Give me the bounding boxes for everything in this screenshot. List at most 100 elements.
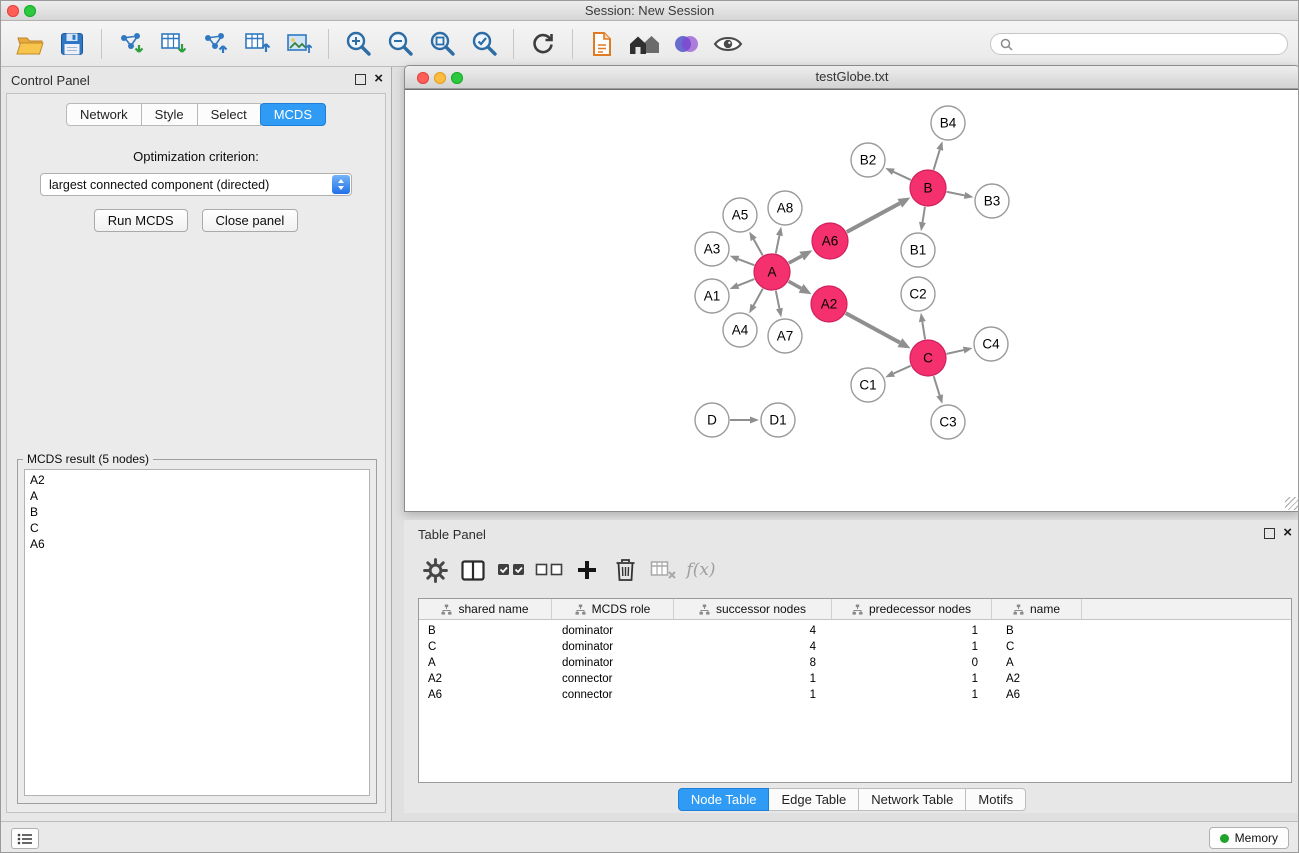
table-cell[interactable]: A6 bbox=[419, 689, 552, 701]
table-cell[interactable]: B bbox=[419, 625, 552, 637]
table-cell[interactable]: A6 bbox=[992, 689, 1082, 701]
network-window-titlebar[interactable]: testGlobe.txt bbox=[405, 66, 1299, 89]
open-session-button[interactable] bbox=[9, 24, 51, 64]
zoom-selected-button[interactable] bbox=[463, 24, 505, 64]
tab-select[interactable]: Select bbox=[197, 103, 261, 126]
graph-node-B2[interactable]: B2 bbox=[851, 143, 885, 177]
apply-layout-button[interactable] bbox=[522, 24, 564, 64]
table-cell[interactable]: connector bbox=[552, 673, 674, 685]
network-zoom-button[interactable] bbox=[451, 72, 463, 84]
table-row[interactable]: A2connector11A2 bbox=[419, 671, 1291, 687]
graph-node-D1[interactable]: D1 bbox=[761, 403, 795, 437]
graph-node-A8[interactable]: A8 bbox=[768, 191, 802, 225]
column-header-mcds-role[interactable]: MCDS role bbox=[552, 599, 674, 619]
table-row[interactable]: Adominator80A bbox=[419, 655, 1291, 671]
graph-node-A5[interactable]: A5 bbox=[723, 198, 757, 232]
tab-style[interactable]: Style bbox=[141, 103, 198, 126]
column-header-successor-nodes[interactable]: successor nodes bbox=[674, 599, 832, 619]
table-panel-close-button[interactable]: × bbox=[1283, 527, 1292, 539]
table-cell[interactable]: 0 bbox=[832, 657, 992, 669]
import-network-button[interactable] bbox=[110, 24, 152, 64]
tab-node-table[interactable]: Node Table bbox=[678, 788, 770, 811]
graph-node-C1[interactable]: C1 bbox=[851, 368, 885, 402]
table-panel-float-button[interactable] bbox=[1264, 528, 1275, 539]
table-cell[interactable]: A2 bbox=[992, 673, 1082, 685]
graph-node-A[interactable]: A bbox=[754, 254, 790, 290]
export-image-button[interactable] bbox=[278, 24, 320, 64]
show-hide-button[interactable] bbox=[707, 24, 749, 64]
table-cell[interactable]: 1 bbox=[832, 689, 992, 701]
zoom-fit-button[interactable] bbox=[421, 24, 463, 64]
graph-node-B[interactable]: B bbox=[910, 170, 946, 206]
graph-node-D[interactable]: D bbox=[695, 403, 729, 437]
delete-column-button[interactable] bbox=[606, 553, 644, 587]
network-canvas[interactable]: B4B2BB3A8A5A6A3B1AC2A1A2A4A7C4CC1C3DD1 bbox=[405, 89, 1299, 511]
tab-motifs[interactable]: Motifs bbox=[965, 788, 1026, 811]
control-panel-float-button[interactable] bbox=[355, 74, 366, 85]
unselect-all-columns-button[interactable] bbox=[530, 553, 568, 587]
mcds-result-item[interactable]: C bbox=[25, 520, 369, 536]
delete-table-button[interactable] bbox=[644, 553, 682, 587]
graph-edge[interactable] bbox=[754, 239, 763, 255]
status-menu-button[interactable] bbox=[11, 828, 39, 849]
table-cell[interactable]: 1 bbox=[832, 673, 992, 685]
graph-node-A7[interactable]: A7 bbox=[768, 319, 802, 353]
mcds-result-item[interactable]: A2 bbox=[25, 472, 369, 488]
network-close-button[interactable] bbox=[417, 72, 429, 84]
graph-edge[interactable] bbox=[754, 289, 763, 306]
graph-node-C[interactable]: C bbox=[910, 340, 946, 376]
table-cell[interactable]: dominator bbox=[552, 625, 674, 637]
graph-edge[interactable] bbox=[922, 207, 925, 223]
show-columns-button[interactable] bbox=[454, 553, 492, 587]
select-all-columns-button[interactable] bbox=[492, 553, 530, 587]
mcds-result-item[interactable]: A6 bbox=[25, 536, 369, 552]
close-panel-button[interactable]: Close panel bbox=[202, 209, 299, 232]
save-session-button[interactable] bbox=[51, 24, 93, 64]
mcds-result-item[interactable]: B bbox=[25, 504, 369, 520]
graph-node-A6[interactable]: A6 bbox=[812, 223, 848, 259]
graph-node-A1[interactable]: A1 bbox=[695, 279, 729, 313]
graph-edge[interactable] bbox=[893, 172, 910, 180]
graph-node-B4[interactable]: B4 bbox=[931, 106, 965, 140]
table-settings-button[interactable] bbox=[416, 553, 454, 587]
table-cell[interactable]: 1 bbox=[832, 641, 992, 653]
graph-node-A4[interactable]: A4 bbox=[723, 313, 757, 347]
table-cell[interactable]: 4 bbox=[674, 641, 832, 653]
table-cell[interactable]: dominator bbox=[552, 657, 674, 669]
graph-edge[interactable] bbox=[738, 279, 754, 286]
graph-edge[interactable] bbox=[934, 376, 940, 395]
table-cell[interactable]: 1 bbox=[674, 673, 832, 685]
criterion-dropdown[interactable]: largest connected component (directed) bbox=[40, 173, 352, 196]
table-cell[interactable]: A bbox=[419, 657, 552, 669]
table-cell[interactable]: B bbox=[992, 625, 1082, 637]
graph-edge[interactable] bbox=[789, 256, 802, 263]
graph-node-C2[interactable]: C2 bbox=[901, 277, 935, 311]
column-header-name[interactable]: name bbox=[992, 599, 1082, 619]
session-document-button[interactable] bbox=[581, 24, 623, 64]
control-panel-close-button[interactable]: × bbox=[374, 73, 383, 85]
network-graph[interactable]: B4B2BB3A8A5A6A3B1AC2A1A2A4A7C4CC1C3DD1 bbox=[405, 90, 1299, 512]
graph-node-B1[interactable]: B1 bbox=[901, 233, 935, 267]
graph-node-C3[interactable]: C3 bbox=[931, 405, 965, 439]
add-column-button[interactable] bbox=[568, 553, 606, 587]
zoom-out-button[interactable] bbox=[379, 24, 421, 64]
venn-diagram-button[interactable] bbox=[665, 24, 707, 64]
table-row[interactable]: A6connector11A6 bbox=[419, 687, 1291, 703]
graph-edge[interactable] bbox=[776, 291, 780, 309]
column-header-shared-name[interactable]: shared name bbox=[419, 599, 552, 619]
graph-edge[interactable] bbox=[947, 350, 964, 354]
graph-edge[interactable] bbox=[894, 366, 911, 374]
table-cell[interactable]: A bbox=[992, 657, 1082, 669]
network-minimize-button[interactable] bbox=[434, 72, 446, 84]
graph-edge[interactable] bbox=[789, 281, 802, 288]
graph-node-A2[interactable]: A2 bbox=[811, 286, 847, 322]
import-table-button[interactable] bbox=[152, 24, 194, 64]
table-cell[interactable]: A2 bbox=[419, 673, 552, 685]
run-mcds-button[interactable]: Run MCDS bbox=[94, 209, 188, 232]
export-table-button[interactable] bbox=[236, 24, 278, 64]
table-cell[interactable]: 8 bbox=[674, 657, 832, 669]
graph-edge[interactable] bbox=[922, 322, 925, 340]
tab-network[interactable]: Network bbox=[66, 103, 142, 126]
graph-node-A3[interactable]: A3 bbox=[695, 232, 729, 266]
graph-edge[interactable] bbox=[934, 150, 940, 170]
